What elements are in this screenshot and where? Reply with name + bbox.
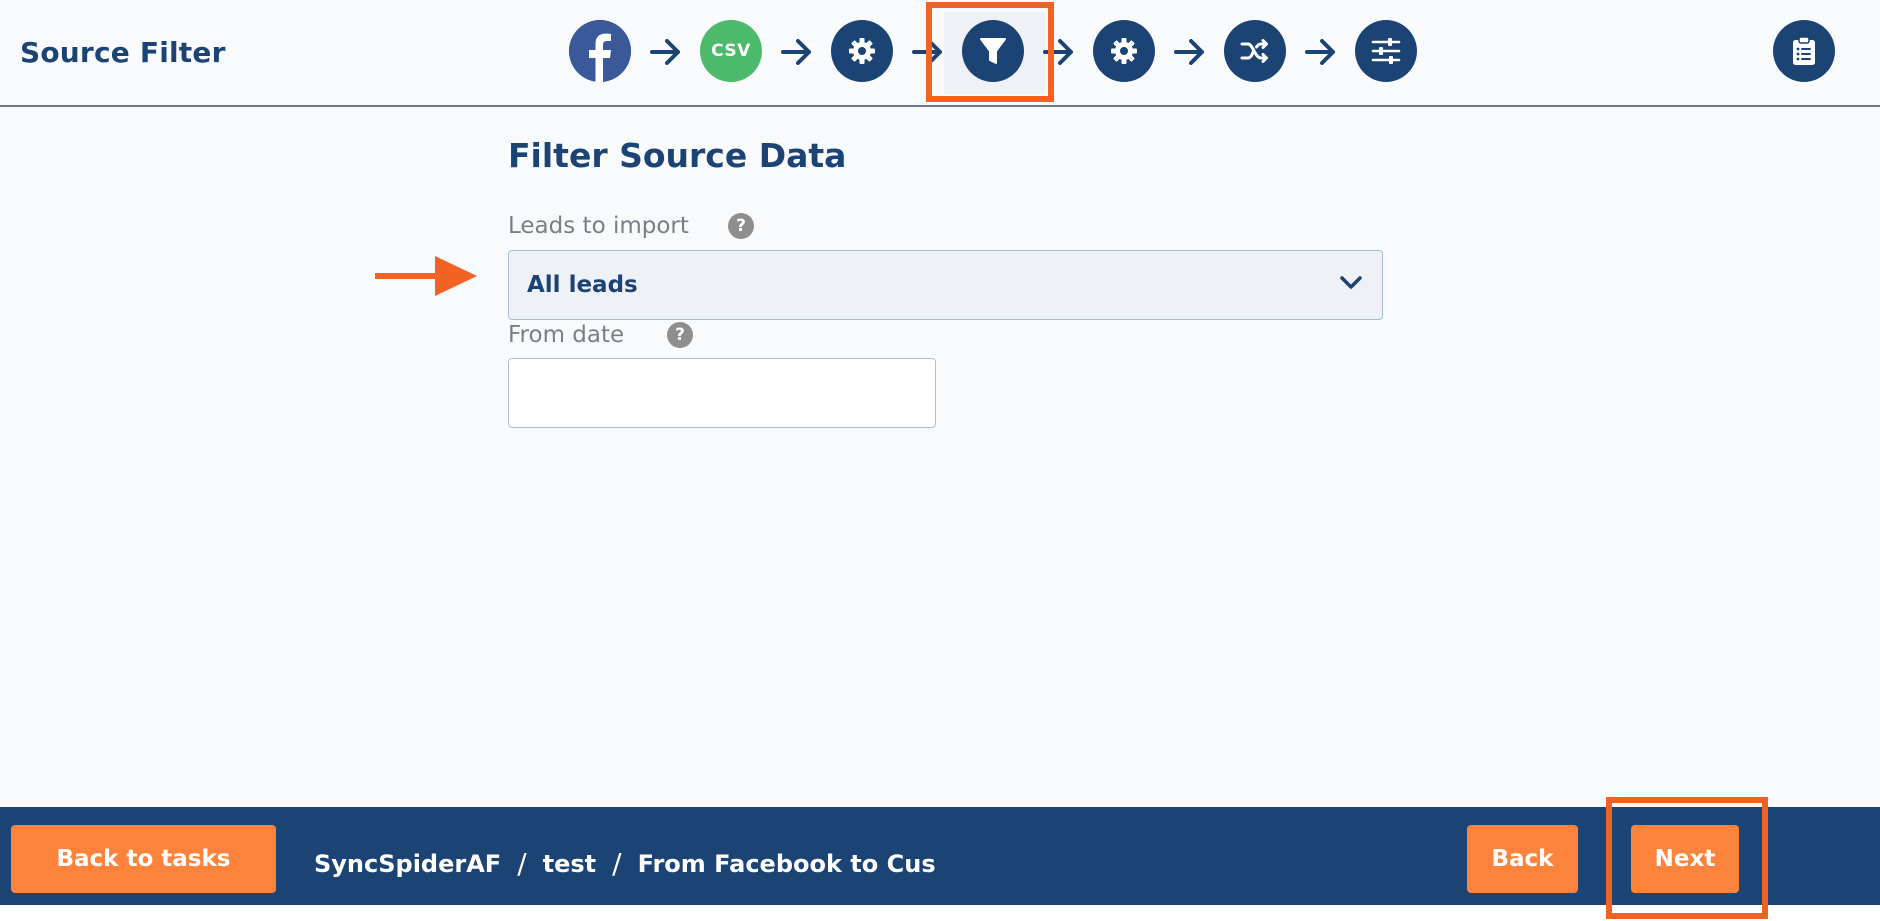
from-date-input[interactable] xyxy=(508,358,936,428)
arrow-right-icon xyxy=(650,39,680,65)
step-csv[interactable]: CSV xyxy=(700,20,762,82)
leads-to-import-value: All leads xyxy=(527,272,638,298)
task-summary-button[interactable] xyxy=(1773,20,1835,82)
arrow-right-icon xyxy=(781,39,811,65)
step-settings-2[interactable] xyxy=(1093,20,1155,82)
app-root: Source Filter CSV Filter Source Data Lea… xyxy=(0,0,1880,921)
arrow-right-icon xyxy=(1305,39,1335,65)
step-mapping[interactable] xyxy=(1224,20,1286,82)
footer-bar: Back to tasks SyncSpiderAF / test / From… xyxy=(0,807,1880,905)
facebook-icon xyxy=(569,20,631,82)
arrow-right-icon xyxy=(1043,39,1073,65)
sliders-icon xyxy=(1371,38,1401,64)
leads-to-import-label: Leads to import xyxy=(508,213,689,239)
back-button[interactable]: Back xyxy=(1467,825,1578,893)
breadcrumb-separator: / xyxy=(517,847,527,880)
breadcrumb-separator: / xyxy=(612,847,622,880)
step-facebook[interactable] xyxy=(569,20,631,82)
chevron-down-icon xyxy=(1340,276,1362,289)
clipboard-icon xyxy=(1793,36,1815,65)
leads-to-import-select[interactable]: All leads xyxy=(508,250,1383,320)
pointer-arrow-icon xyxy=(375,256,477,296)
filter-icon xyxy=(980,38,1006,64)
breadcrumb: SyncSpiderAF / test / From Facebook to C… xyxy=(314,847,936,880)
csv-icon: CSV xyxy=(711,41,751,61)
arrow-right-icon xyxy=(912,39,942,65)
step-settings[interactable] xyxy=(831,20,893,82)
back-to-tasks-button[interactable]: Back to tasks xyxy=(11,825,276,893)
breadcrumb-item-task: From Facebook to Cus xyxy=(637,849,936,878)
next-button[interactable]: Next xyxy=(1631,825,1739,893)
help-icon[interactable]: ? xyxy=(728,213,754,239)
arrow-right-icon xyxy=(1174,39,1204,65)
help-icon[interactable]: ? xyxy=(667,322,693,348)
step-options[interactable] xyxy=(1355,20,1417,82)
header-bar: Source Filter CSV xyxy=(0,12,1880,107)
form-heading: Filter Source Data xyxy=(508,136,847,175)
breadcrumb-item-account[interactable]: SyncSpiderAF xyxy=(314,850,501,878)
footer-bottom-strip xyxy=(0,905,1880,921)
gear-icon xyxy=(849,38,875,64)
breadcrumb-item-project[interactable]: test xyxy=(543,850,597,878)
from-date-label: From date xyxy=(508,322,625,348)
gear-icon xyxy=(1111,38,1137,64)
shuffle-icon xyxy=(1240,39,1268,63)
page-title: Source Filter xyxy=(20,36,226,69)
step-filter[interactable] xyxy=(962,20,1024,82)
